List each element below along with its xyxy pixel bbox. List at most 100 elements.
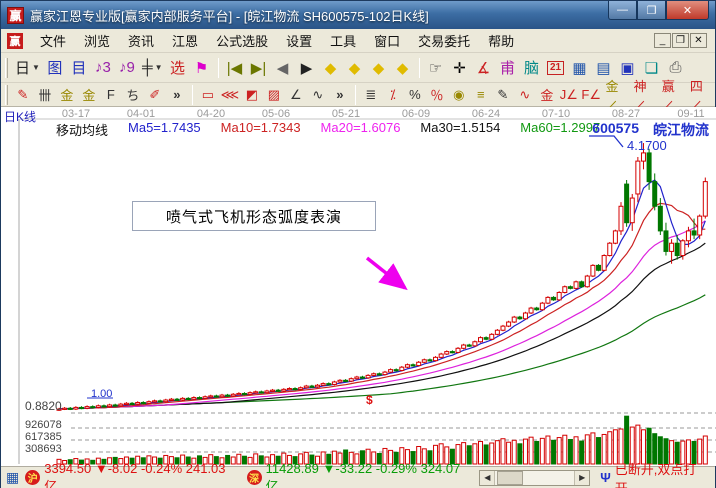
zigzag-icon[interactable]: ∿ (307, 85, 329, 105)
compress-icon[interactable]: ◆ (367, 56, 391, 80)
kline-style-button[interactable]: 日▼ (12, 56, 43, 80)
scroll-right-icon[interactable]: ▶ (574, 471, 589, 485)
grid-box-icon[interactable]: ▨ (263, 85, 285, 105)
prev-page-icon[interactable]: ◀ (271, 56, 295, 80)
gann-grid-5-icon[interactable]: ち (122, 85, 144, 105)
menu-item-3[interactable]: 江恩 (163, 29, 207, 52)
gann-grid-f-icon[interactable]: F (100, 85, 122, 105)
more-tools-icon[interactable]: » (166, 85, 188, 105)
gold-lines-icon[interactable]: ≡ (470, 85, 492, 105)
menu-item-6[interactable]: 工具 (321, 29, 365, 52)
calendar-icon[interactable]: 21 (544, 56, 568, 80)
last-page-icon[interactable]: ▶| (247, 56, 271, 80)
gold-underline-icon[interactable]: 金 (536, 85, 558, 105)
ma-value-label: Ma20=1.6076 (321, 120, 401, 139)
percent-line-icon[interactable]: ⁒ (382, 85, 404, 105)
trend-network-icon[interactable]: 图 (43, 56, 67, 80)
menu-item-9[interactable]: 帮助 (479, 29, 523, 52)
stock-pick-icon[interactable]: 选 (166, 56, 190, 80)
toolbar-drag-handle[interactable] (5, 58, 8, 78)
fan-box-icon[interactable]: ◩ (241, 85, 263, 105)
minute3-chart-icon[interactable]: ♪3 (91, 56, 115, 80)
low-price-annotation: 1.00 (91, 388, 112, 400)
gold-angle-icon[interactable]: 金∠ (603, 85, 631, 105)
menu-item-2[interactable]: 资讯 (119, 29, 163, 52)
color-flag-icon[interactable]: ⚑ (190, 56, 214, 80)
shenzhen-index-quote: 11428.89 ▼-33.22 -0.29% 324.07亿 (266, 461, 472, 488)
dividend-marker: $ (366, 393, 373, 407)
angle-measure-icon[interactable]: ∡ (472, 56, 496, 80)
child-minimize-button[interactable]: _ (654, 33, 671, 48)
angle-pen-icon[interactable]: ✐ (144, 85, 166, 105)
fan-lines-icon[interactable]: ⋘ (219, 85, 241, 105)
connection-antenna-icon[interactable]: Ψ (600, 470, 611, 485)
menu-item-8[interactable]: 交易委托 (409, 29, 479, 52)
date-tick-label: 04-20 (197, 108, 225, 120)
restore-button[interactable]: ❐ (637, 1, 666, 20)
chart-horizontal-scrollbar[interactable]: ◀ ▶ (479, 470, 590, 486)
gann-grid-gold-icon[interactable]: 金 (56, 85, 78, 105)
j-angle-icon[interactable]: J∠ (558, 85, 580, 105)
shen-angle-icon[interactable]: 神∠ (631, 85, 659, 105)
child-window-icon: 赢 (7, 33, 23, 49)
stock-identity: 600575 皖江物流 (592, 120, 709, 140)
gann-box-icon[interactable]: ▭ (197, 85, 219, 105)
candle-style-button[interactable]: ╪▼ (139, 56, 166, 80)
zoom-out-h-icon[interactable]: ◆ (319, 56, 343, 80)
f-angle-icon[interactable]: F∠ (580, 85, 603, 105)
connection-status[interactable]: 已断开,双点打开. (615, 459, 712, 488)
minute9-chart-icon[interactable]: ♪9 (115, 56, 139, 80)
first-page-icon[interactable]: |◀ (223, 56, 247, 80)
gann-grid-icon[interactable]: 卌 (34, 85, 56, 105)
crosshair-icon[interactable]: ✛ (448, 56, 472, 80)
calculator-icon[interactable]: ▦ (568, 56, 592, 80)
ma-value-label: Ma5=1.7435 (128, 120, 201, 139)
zoom-in-h-icon[interactable]: ◆ (343, 56, 367, 80)
pattern-annotation-box[interactable]: 喷气式飞机形态弧度表演 (132, 201, 376, 231)
application-window: 赢 赢家江恩专业版[赢家内部服务平台] - [皖江物流 SH600575-102… (0, 0, 716, 488)
status-bar: ▦ 沪 3394.50 ▼-8.02 -0.24% 241.03亿 深 1142… (1, 466, 715, 488)
shanghai-index-icon[interactable]: 沪 (25, 470, 40, 485)
stats-icon[interactable]: ≣ (360, 85, 382, 105)
wave-tool-icon[interactable]: ∿ (514, 85, 536, 105)
f10-info-icon[interactable]: 目 (67, 56, 91, 80)
measure-pen-icon[interactable]: ✎ (492, 85, 514, 105)
child-close-button[interactable]: ✕ (690, 33, 707, 48)
hand-drag-icon[interactable]: ☞ (424, 56, 448, 80)
win-angle-icon[interactable]: 赢∠ (659, 85, 687, 105)
scrollbar-thumb[interactable] (497, 471, 523, 485)
scroll-left-icon[interactable]: ◀ (480, 471, 495, 485)
menu-item-4[interactable]: 公式选股 (207, 29, 277, 52)
date-tick-label: 06-24 (472, 108, 500, 120)
ma-value-label: Ma30=1.5154 (420, 120, 500, 139)
toolbar-drag-handle[interactable] (5, 85, 8, 105)
menu-item-5[interactable]: 设置 (277, 29, 321, 52)
date-tick-label: 07-10 (542, 108, 570, 120)
kline-chart-area[interactable]: 日K线 移动均线 Ma5=1.7435Ma10=1.7343Ma20=1.607… (1, 107, 716, 466)
percent-gold-icon[interactable]: ％ (426, 85, 448, 105)
more-fans-icon[interactable]: » (329, 85, 351, 105)
volume-axis-label: 617385 (25, 431, 62, 443)
menu-item-0[interactable]: 文件 (31, 29, 75, 52)
shenzhen-index-icon[interactable]: 深 (247, 470, 262, 485)
price-axis-label: 0.8820 (25, 399, 62, 413)
kline-chart-canvas[interactable] (1, 107, 716, 466)
draw-pen-icon[interactable]: ✎ (12, 85, 34, 105)
next-page-icon[interactable]: ▶ (295, 56, 319, 80)
gann-square-icon[interactable]: 甫 (496, 56, 520, 80)
four-angle-icon[interactable]: 四∠ (687, 85, 715, 105)
minimize-button[interactable]: — (608, 1, 637, 20)
angle-lines-icon[interactable]: ∠ (285, 85, 307, 105)
market-data-icon[interactable]: ▦ (6, 469, 19, 486)
gann-grid-gold2-icon[interactable]: 金 (78, 85, 100, 105)
child-restore-button[interactable]: ❐ (672, 33, 689, 48)
expand-icon[interactable]: ◆ (391, 56, 415, 80)
smart-analysis-icon[interactable]: 脑 (520, 56, 544, 80)
menu-bar: 赢 文件浏览资讯江恩公式选股设置工具窗口交易委托帮助 _❐✕ (1, 29, 715, 53)
close-button[interactable]: ✕ (666, 1, 709, 20)
menu-item-7[interactable]: 窗口 (365, 29, 409, 52)
gold-circle-icon[interactable]: ◉ (448, 85, 470, 105)
percent-icon[interactable]: % (404, 85, 426, 105)
menu-item-1[interactable]: 浏览 (75, 29, 119, 52)
ma-value-label: Ma60=1.2997 (520, 120, 600, 139)
